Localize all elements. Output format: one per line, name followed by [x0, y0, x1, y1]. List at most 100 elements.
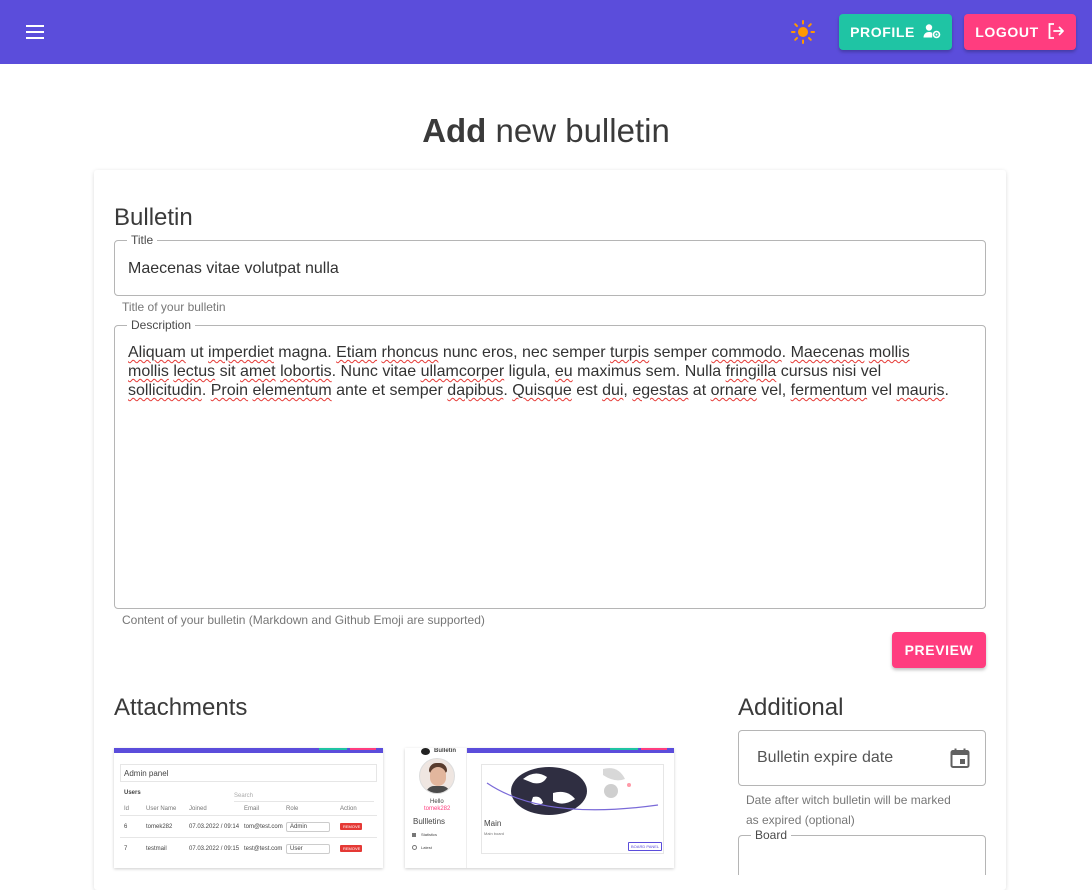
misspelled-word: mauris: [896, 382, 945, 399]
description-text-run: vel: [867, 382, 897, 399]
expire-date-field[interactable]: Bulletin expire date: [738, 730, 986, 786]
thumbnail-row2-role: User: [290, 846, 303, 852]
description-text-run: est: [571, 382, 603, 399]
user-gear-icon: [923, 23, 941, 42]
thumbnail-row2-email: test@test.com: [244, 846, 283, 852]
misspelled-word: dui: [602, 382, 624, 399]
misspelled-word: fringilla: [725, 363, 777, 380]
thumbnail2-statistics-icon: [412, 833, 416, 837]
thumbnail-col-email: Email: [244, 806, 260, 812]
thumbnail-search-underline: [234, 801, 374, 802]
misspelled-word: eu: [554, 363, 573, 380]
logout-button[interactable]: LOGOUT: [964, 14, 1076, 50]
thumbnail2-username: tomek282: [424, 806, 451, 812]
preview-button[interactable]: PREVIEW: [892, 632, 986, 668]
expire-date-hint-line2: as expired (optional): [746, 813, 855, 827]
description-text-run: .: [503, 382, 513, 399]
expire-date-hint-line1: Date after witch bulletin will be marked: [746, 793, 951, 807]
description-text[interactable]: Aliquam ut imperdiet magna. Etiam rhoncu…: [128, 343, 978, 400]
thumbnail2-main-title: Main: [484, 819, 502, 828]
logout-button-label: LOGOUT: [975, 24, 1039, 40]
board-select[interactable]: Board: [738, 828, 986, 875]
misspelled-word: mollis: [128, 363, 169, 380]
thumbnail2-nav-latest: Latest: [421, 845, 432, 850]
misspelled-word: sollicitudin: [128, 382, 202, 399]
thumbnail-row1-username: tomek282: [146, 824, 173, 830]
page-title: Add new bulletin: [0, 112, 1092, 150]
thumbnail-panel-title: Admin panel: [124, 769, 169, 778]
description-text-run: ut: [185, 344, 209, 361]
expire-date-placeholder: Bulletin expire date: [757, 749, 894, 766]
misspelled-word: lobortis: [280, 363, 332, 380]
description-text-run: sit: [215, 363, 241, 380]
misspelled-word: Quisque: [512, 382, 572, 399]
thumbnail-search-label: Search: [234, 793, 254, 799]
title-field-value[interactable]: Maecenas vitae volutpat nulla: [128, 260, 339, 278]
thumbnail-row1-email: tom@test.com: [244, 824, 283, 830]
thumbnail-col-action: Action: [340, 806, 357, 812]
sun-icon[interactable]: [790, 19, 816, 45]
thumbnail-col-role: Role: [286, 806, 299, 812]
misspelled-word: ornare: [710, 382, 757, 399]
misspelled-word: rhoncus: [381, 344, 439, 361]
thumbnail2-main-subtitle: Main board: [484, 831, 505, 836]
thumbnail-row1-remove-label: REMOVE: [343, 824, 361, 829]
page-title-bold: Add: [422, 112, 487, 149]
description-field-label: Description: [127, 318, 196, 332]
expire-date-hint: Date after witch bulletin will be marked…: [746, 790, 951, 830]
description-hint: Content of your bulletin (Markdown and G…: [122, 613, 485, 627]
thumbnail-col-id: Id: [124, 806, 130, 812]
title-hint: Title of your bulletin: [122, 300, 226, 314]
misspelled-word: commodo: [711, 344, 782, 361]
description-text-run: at: [688, 382, 711, 399]
thumbnail2-nav-title: Bullletins: [413, 817, 446, 826]
misspelled-word: dapibus: [447, 382, 504, 399]
additional-section-title: Additional: [738, 694, 844, 721]
logout-icon: [1047, 22, 1065, 43]
thumbnail-col-username: User Name: [146, 806, 177, 812]
description-text-run: .: [944, 382, 949, 399]
description-field[interactable]: Description Aliquam ut imperdiet magna. …: [114, 318, 986, 609]
thumbnail2-profile-button: [610, 748, 638, 750]
attachment-thumbnail-main-board[interactable]: Bulletin Hello tomek282 Bullletins Stati…: [405, 748, 674, 868]
thumbnail2-hello: Hello: [430, 799, 444, 805]
thumbnail-row2-id: 7: [124, 846, 128, 852]
thumbnail-profile-button: [319, 748, 347, 750]
thumbnail2-nav-statistics: Statistics: [421, 832, 438, 837]
misspelled-word: Proin: [210, 382, 249, 399]
menu-icon[interactable]: [22, 20, 50, 44]
description-text-run: nunc eros, nec semper: [438, 344, 611, 361]
thumbnail-logout-button: [350, 748, 376, 750]
thumbnail-row2-joined: 07.03.2022 / 09:15: [189, 846, 240, 852]
thumbnail-row1-role: Admin: [290, 824, 308, 830]
thumbnail2-world-illustration: [486, 767, 659, 815]
misspelled-word: Aliquam: [128, 344, 186, 361]
description-text-run: . Nunc vitae: [331, 363, 421, 380]
title-field[interactable]: Title Maecenas vitae volutpat nulla: [114, 233, 986, 296]
thumbnail-header-divider: [120, 815, 377, 816]
misspelled-word: amet: [240, 363, 276, 380]
thumbnail-row1-id: 6: [124, 824, 128, 830]
thumbnail-row1-joined: 07.03.2022 / 09:14: [189, 824, 240, 830]
attachments-section-title: Attachments: [114, 694, 248, 721]
misspelled-word: fermentum: [790, 382, 868, 399]
description-text-run: magna.: [273, 344, 337, 361]
profile-button[interactable]: PROFILE: [839, 14, 952, 50]
misspelled-word: elementum: [252, 382, 332, 399]
page-title-rest: new bulletin: [486, 112, 670, 149]
thumbnail-col-joined: Joined: [189, 806, 207, 812]
calendar-icon[interactable]: [949, 747, 971, 769]
description-text-run: ,: [623, 382, 633, 399]
misspelled-word: Maecenas: [790, 344, 865, 361]
attachment-thumbnail-admin-panel[interactable]: Admin panel Users Search Id User Name Jo…: [114, 748, 383, 868]
description-text-run: .: [781, 344, 791, 361]
description-text-run: ligula,: [504, 363, 555, 380]
thumbnail-users-label: Users: [124, 790, 141, 796]
thumbnail2-latest-icon: [412, 845, 417, 850]
thumbnail2-board-panel-label: BOARD PANEL: [631, 844, 660, 849]
thumbnail2-brand: Bulletin: [434, 748, 456, 754]
misspelled-word: ullamcorper: [420, 363, 505, 380]
misspelled-word: lectus: [173, 363, 216, 380]
thumbnail-row2-username: testmail: [146, 846, 167, 852]
description-text-run: vel,: [756, 382, 791, 399]
